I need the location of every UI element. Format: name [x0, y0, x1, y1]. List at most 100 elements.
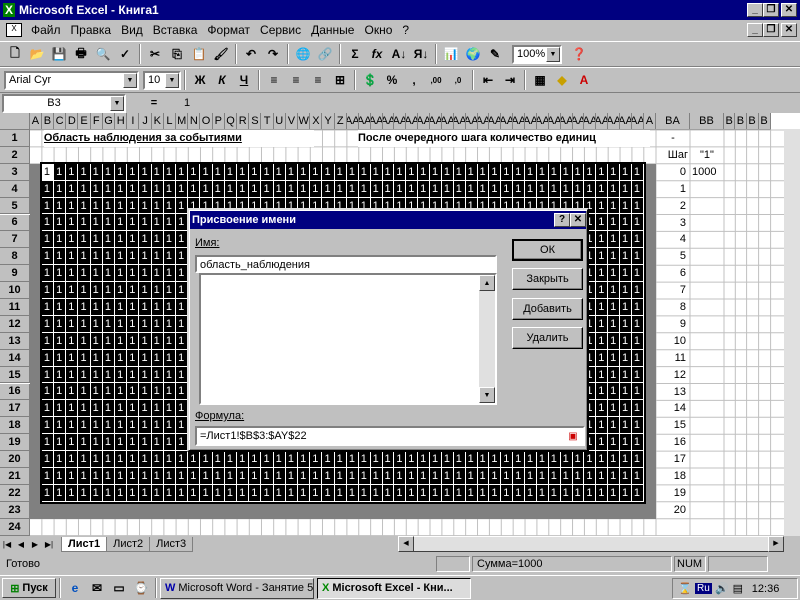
grid-cell[interactable]: 1	[163, 197, 177, 215]
grid-cell[interactable]: 1	[631, 467, 644, 485]
grid-cell[interactable]: 1	[151, 451, 164, 468]
grid-cell[interactable]: 1	[176, 467, 189, 485]
step-cell[interactable]: 10	[656, 333, 690, 350]
grid-cell[interactable]: 1	[115, 282, 128, 299]
grid-cell[interactable]: 1	[163, 383, 177, 401]
grid-cell[interactable]: 1	[163, 400, 177, 418]
grid-cell[interactable]: 1	[139, 451, 152, 468]
grid-cell[interactable]: 1	[41, 366, 55, 384]
grid-cell[interactable]: 1	[525, 484, 537, 502]
cell-bb2[interactable]: "1"	[690, 147, 724, 164]
grid-cell[interactable]: 1	[54, 484, 67, 502]
grid-cell[interactable]: 1	[620, 467, 632, 485]
grid-cell[interactable]: 1	[525, 451, 537, 468]
cell-ba2[interactable]: Шаг	[656, 147, 690, 164]
grid-cell[interactable]: 1	[631, 400, 644, 418]
grid-cell[interactable]: 1	[382, 484, 395, 502]
grid-cell[interactable]: 1	[525, 467, 537, 485]
grid-cell[interactable]: 1	[418, 163, 431, 181]
grid-cell[interactable]: 1	[596, 332, 609, 350]
sort-desc-icon[interactable]: Я↓	[410, 43, 432, 65]
grid-cell[interactable]: 1	[115, 451, 128, 468]
grid-cell[interactable]: 1	[346, 163, 359, 181]
grid-cell[interactable]: 1	[631, 383, 644, 401]
grid-cell[interactable]: 1	[322, 484, 335, 502]
function-icon[interactable]: fx	[366, 43, 388, 65]
grid-cell[interactable]: 1	[631, 163, 644, 181]
grid-cell[interactable]: 1	[90, 197, 103, 215]
grid-cell[interactable]: 1	[249, 163, 262, 181]
network-icon[interactable]: ▤	[730, 582, 746, 595]
grid-cell[interactable]: 1	[163, 366, 177, 384]
grid-cell[interactable]: 1	[127, 417, 140, 435]
hyperlink-icon[interactable]: 🔗	[314, 43, 336, 65]
grid-cell[interactable]: 1	[66, 231, 79, 249]
grid-cell[interactable]: 1	[596, 315, 609, 333]
grid-cell[interactable]: 1	[370, 163, 383, 181]
grid-cell[interactable]: 1	[54, 383, 67, 401]
grid-cell[interactable]: 1	[66, 451, 79, 468]
step-cell[interactable]: 6	[656, 265, 690, 282]
grid-cell[interactable]: 1	[151, 180, 164, 198]
grid-cell[interactable]: 1	[115, 265, 128, 283]
grid-cell[interactable]: 1	[115, 231, 128, 249]
grid-cell[interactable]: 1	[54, 180, 67, 198]
grid-cell[interactable]: 1	[596, 467, 609, 485]
grid-cell[interactable]: 1	[78, 332, 91, 350]
grid-cell[interactable]: 1	[41, 197, 55, 215]
grid-cell[interactable]: 1	[78, 265, 91, 283]
grid-cell[interactable]: 1	[212, 180, 225, 198]
doc-close-button[interactable]: ✕	[781, 23, 797, 37]
grid-cell[interactable]: 1	[394, 180, 407, 198]
menu-item[interactable]: Данные	[306, 23, 359, 37]
grid-cell[interactable]: 1	[66, 265, 79, 283]
drawing-icon[interactable]: ✎	[484, 43, 506, 65]
sheet-tab[interactable]: Лист3	[149, 536, 194, 552]
grid-cell[interactable]: 1	[608, 417, 621, 435]
grid-cell[interactable]: 1	[66, 366, 79, 384]
grid-cell[interactable]: 1	[285, 180, 299, 198]
grid-cell[interactable]: 1	[163, 467, 177, 485]
grid-cell[interactable]: 1	[224, 163, 238, 181]
grid-cell[interactable]: 1	[358, 180, 371, 198]
grid-cell[interactable]: 1	[176, 163, 189, 181]
grid-cell[interactable]: 1	[115, 298, 128, 316]
grid-cell[interactable]: 1	[394, 484, 407, 502]
grid-cell[interactable]: 1	[127, 180, 140, 198]
grid-cell[interactable]: 1	[139, 332, 152, 350]
grid-cell[interactable]: 1	[54, 417, 67, 435]
grid-cell[interactable]: 1	[489, 451, 502, 468]
grid-cell[interactable]: 1	[346, 467, 359, 485]
italic-icon[interactable]: К	[211, 69, 233, 91]
grid-cell[interactable]: 1	[163, 417, 177, 435]
new-file-icon[interactable]: 🗋	[4, 43, 26, 65]
grid-cell[interactable]: 1	[285, 484, 299, 502]
last-sheet-icon[interactable]: ▶|	[42, 540, 56, 549]
grid-cell[interactable]: 1	[596, 400, 609, 418]
grid-cell[interactable]: 1	[139, 484, 152, 502]
grid-cell[interactable]: 1	[66, 434, 79, 452]
formula-input[interactable]: 1	[182, 94, 800, 112]
grid-cell[interactable]: 1	[102, 484, 116, 502]
grid-cell[interactable]: 1	[66, 332, 79, 350]
start-button[interactable]: ⊞ Пуск	[2, 578, 56, 598]
grid-cell[interactable]: 1	[596, 248, 609, 266]
grid-cell[interactable]: 1	[620, 248, 632, 266]
grid-cell[interactable]: 1	[54, 467, 67, 485]
grid-cell[interactable]: 1	[163, 484, 177, 502]
grid-cell[interactable]: 1	[66, 400, 79, 418]
grid-cell[interactable]: 1	[212, 467, 225, 485]
grid-cell[interactable]: 1	[346, 484, 359, 502]
autosum-icon[interactable]: Σ	[344, 43, 366, 65]
grid-cell[interactable]: 1	[188, 451, 201, 468]
grid-cell[interactable]: 1	[41, 315, 55, 333]
font-select[interactable]: Arial Cyr ▼	[4, 70, 139, 90]
grid-cell[interactable]: 1	[273, 163, 286, 181]
grid-cell[interactable]: 1	[249, 484, 262, 502]
grid-cell[interactable]: 1	[163, 265, 177, 283]
grid-cell[interactable]: 1	[151, 248, 164, 266]
grid-cell[interactable]: 1	[596, 451, 609, 468]
grid-cell[interactable]: 1	[334, 180, 347, 198]
grid-cell[interactable]: 1	[489, 180, 502, 198]
grid-cell[interactable]: 1	[608, 197, 621, 215]
